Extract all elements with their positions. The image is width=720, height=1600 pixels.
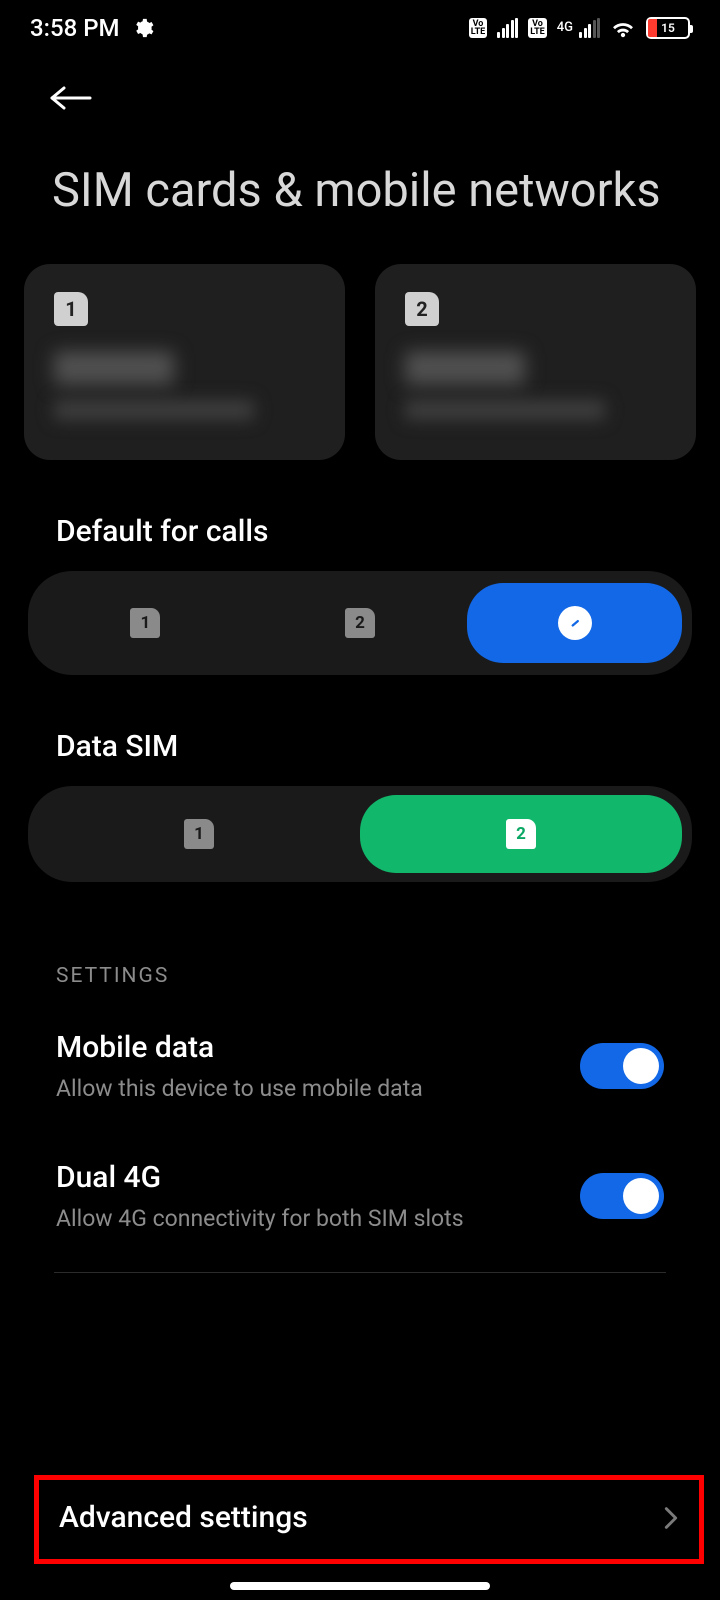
sim-chip-icon: 1: [130, 608, 160, 638]
setting-subtitle: Allow this device to use mobile data: [56, 1075, 423, 1102]
status-time: 3:58 PM: [30, 14, 120, 42]
advanced-settings-label: Advanced settings: [59, 1500, 308, 1535]
data-sim-2[interactable]: 2: [360, 795, 682, 873]
default-calls-sim1[interactable]: 1: [38, 583, 253, 663]
signal-sim1-icon: [497, 18, 518, 38]
sim-chip-icon: 1: [184, 819, 214, 849]
sim-chip-icon: 2: [405, 292, 439, 326]
advanced-settings-highlight: Advanced settings: [34, 1475, 704, 1564]
dual-4g-toggle[interactable]: [580, 1173, 664, 1219]
sim-chip-icon: 1: [54, 292, 88, 326]
sim1-carrier-blurred: [54, 352, 174, 386]
no-preference-icon: [558, 606, 592, 640]
data-sim-label: Data SIM: [0, 675, 720, 786]
signal-sim2-icon: [579, 18, 600, 38]
sim2-carrier-blurred: [405, 352, 525, 386]
page-title: SIM cards & mobile networks: [0, 130, 720, 264]
sim-card-2[interactable]: 2: [375, 264, 696, 460]
setting-title: Dual 4G: [56, 1160, 464, 1195]
setting-subtitle: Allow 4G connectivity for both SIM slots: [56, 1205, 464, 1232]
default-calls-ask[interactable]: [467, 583, 682, 663]
wifi-icon: [610, 17, 636, 39]
setting-dual-4g[interactable]: Dual 4G Allow 4G connectivity for both S…: [0, 1132, 720, 1262]
default-calls-sim2[interactable]: 2: [253, 583, 468, 663]
sim2-number-blurred: [405, 400, 605, 420]
data-sim-segmented: 1 2: [28, 786, 692, 882]
sim-card-1[interactable]: 1: [24, 264, 345, 460]
sim-cards-row: 1 2: [0, 264, 720, 460]
setting-mobile-data[interactable]: Mobile data Allow this device to use mob…: [0, 1002, 720, 1132]
battery-level: 15: [648, 21, 688, 35]
default-calls-label: Default for calls: [0, 460, 720, 571]
status-bar: 3:58 PM VoLTE VoLTE 4G 15: [0, 0, 720, 52]
home-indicator[interactable]: [230, 1582, 490, 1590]
network-type-label: 4G: [557, 23, 573, 33]
battery-icon: 15: [646, 17, 690, 39]
advanced-settings-row[interactable]: Advanced settings: [59, 1500, 679, 1535]
sim-chip-icon: 2: [345, 608, 375, 638]
volte-sim1-icon: VoLTE: [469, 18, 488, 38]
settings-header: SETTINGS: [0, 882, 720, 1002]
sim-chip-icon: 2: [506, 819, 536, 849]
volte-sim2-icon: VoLTE: [528, 18, 547, 38]
data-sim-1[interactable]: 1: [38, 795, 360, 873]
default-calls-segmented: 1 2: [28, 571, 692, 675]
sim1-number-blurred: [54, 400, 254, 420]
divider: [54, 1272, 666, 1273]
chevron-right-icon: [663, 1504, 679, 1532]
mobile-data-toggle[interactable]: [580, 1043, 664, 1089]
back-button[interactable]: [48, 80, 96, 116]
gear-icon: [132, 17, 154, 39]
setting-title: Mobile data: [56, 1030, 423, 1065]
